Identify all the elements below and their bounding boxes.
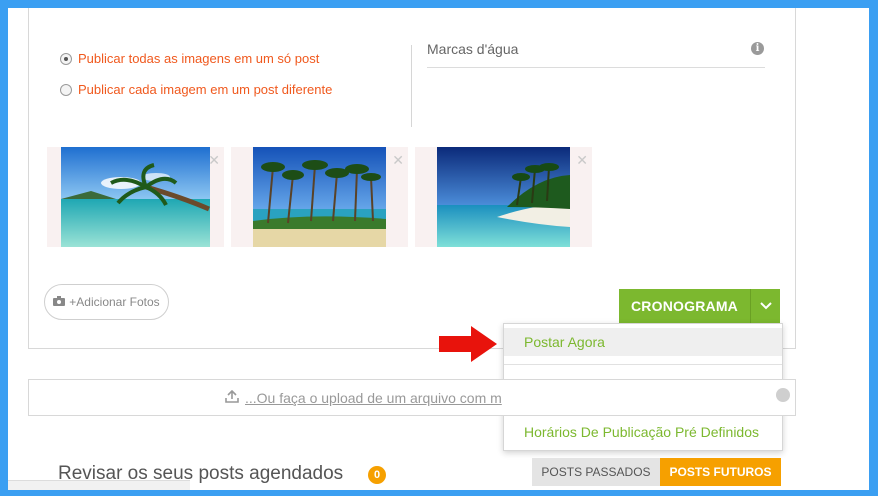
scheduled-count-badge: 0 [368, 466, 386, 484]
photo-thumbnail[interactable]: ✕ [47, 147, 224, 247]
remove-photo-icon[interactable]: ✕ [576, 153, 588, 167]
help-icon[interactable] [776, 388, 790, 402]
island-beach-photo [437, 147, 570, 247]
photo-thumbnail[interactable]: ✕ [231, 147, 408, 247]
palm-trees-beach-photo [253, 147, 386, 247]
frame-border-left [0, 0, 8, 496]
upload-text: ...Ou faça o upload de um arquivo com m [245, 390, 502, 406]
add-photos-label: +Adicionar Fotos [69, 295, 160, 309]
schedule-button[interactable]: CRONOGRAMA [619, 289, 750, 323]
menu-separator [504, 364, 782, 365]
multi-post-label: Publicar cada imagem em um post diferent… [78, 82, 333, 97]
watermark-field[interactable] [427, 67, 765, 68]
menu-item-predefined-times[interactable]: Horários De Publicação Pré Definidos [504, 418, 782, 446]
camera-icon [53, 295, 66, 309]
schedule-split-button: CRONOGRAMA [619, 289, 780, 323]
single-post-label: Publicar todas as imagens em um só post [78, 51, 320, 66]
multi-post-radio[interactable] [60, 83, 72, 96]
option-multi-post[interactable]: Publicar cada imagem em um post diferent… [60, 82, 332, 97]
upload-icon [225, 389, 239, 406]
single-post-radio[interactable] [60, 52, 72, 65]
photo-thumbnail[interactable]: ✕ [415, 147, 592, 247]
horizontal-scrollbar[interactable] [8, 480, 190, 490]
remove-photo-icon[interactable]: ✕ [392, 153, 404, 167]
frame-border-right [869, 0, 878, 496]
info-icon[interactable]: i [751, 42, 764, 55]
frame-border-bottom [0, 490, 878, 496]
tab-future-posts[interactable]: POSTS FUTUROS [660, 458, 781, 486]
tab-past-posts[interactable]: POSTS PASSADOS [532, 458, 660, 486]
schedule-dropdown-toggle[interactable] [750, 289, 780, 323]
menu-item-post-now[interactable]: Postar Agora [504, 328, 782, 356]
chevron-down-icon [759, 297, 772, 315]
watermark-field-label: Marcas d'água [427, 41, 519, 57]
upload-link[interactable]: ...Ou faça o upload de um arquivo com m [225, 389, 502, 406]
option-single-post[interactable]: Publicar todas as imagens em um só post [60, 51, 319, 66]
red-arrow-icon [439, 326, 497, 362]
tropical-beach-palm-photo [61, 147, 210, 247]
remove-photo-icon[interactable]: ✕ [208, 153, 220, 167]
vertical-divider [411, 45, 412, 127]
add-photos-button[interactable]: +Adicionar Fotos [44, 284, 169, 320]
frame-border-top [0, 0, 878, 8]
